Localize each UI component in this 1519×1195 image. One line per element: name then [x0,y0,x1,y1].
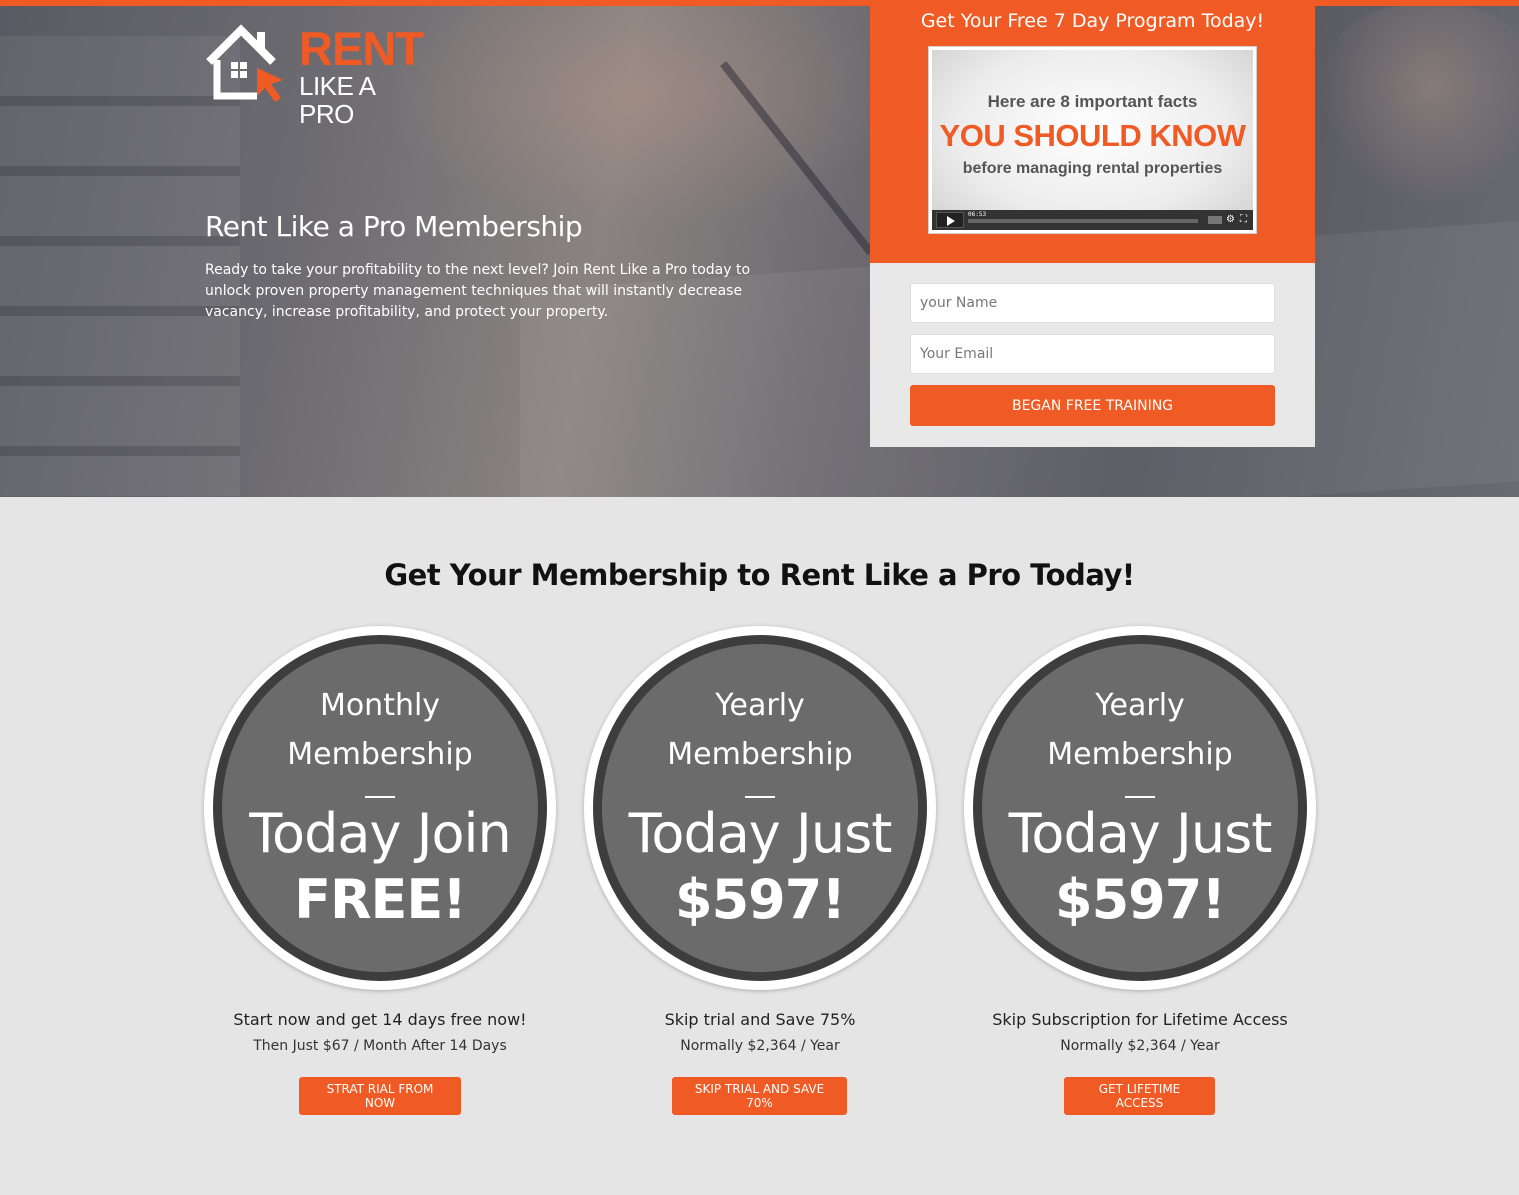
plan-price-line2: $597! [1055,868,1226,931]
plan-subtitle: Skip trial and Save 75% [664,1010,856,1029]
video-text-line2: YOU SHOULD KNOW [939,118,1246,153]
play-icon[interactable] [936,212,964,228]
settings-gear-icon[interactable]: ⚙ [1226,214,1235,226]
video-progress-track[interactable] [968,219,1198,223]
skip-trial-button[interactable]: SKIP TRIAL AND SAVE 70% [672,1077,847,1115]
signup-title: Get Your Free 7 Day Program Today! [920,10,1265,32]
plan-price-line1: Today Just [628,802,893,865]
plan-subtitle: Start now and get 14 days free now! [233,1010,527,1029]
video-player[interactable]: Here are 8 important facts YOU SHOULD KN… [929,47,1256,233]
hero-description: Ready to take your profitability to the … [205,262,751,320]
get-lifetime-access-button[interactable]: GET LIFETIME ACCESS [1064,1077,1215,1115]
plan-price-line2: $597! [675,868,846,931]
video-text-line1: Here are 8 important facts [987,92,1198,111]
plan-divider [1125,796,1155,798]
plan-label-line2: Membership [1047,737,1233,772]
video-control-bar: 06:53 ⚙ ⛶ [932,210,1253,230]
volume-icon[interactable] [1208,216,1222,224]
signup-panel-header: Get Your Free 7 Day Program Today! Here … [870,6,1315,263]
plan-divider [365,796,395,798]
site-logo[interactable]: RENT LIKE A PRO [205,22,425,128]
email-input[interactable] [910,334,1275,374]
plan-note: Normally $2,364 / Year [680,1038,840,1054]
fullscreen-icon[interactable]: ⛶ [1240,214,1247,226]
hero-background-house [0,36,240,496]
logo-word-like-a-pro: LIKE A PRO [299,71,375,129]
video-duration: 06:53 [968,211,987,218]
plan-label-line2: Membership [667,737,853,772]
plan-subtitle: Skip Subscription for Lifetime Access [992,1010,1288,1029]
start-trial-button[interactable]: STRAT RIAL FROM NOW [299,1077,461,1115]
video-text-line3: before managing rental properties [962,160,1223,177]
plan-note: Then Just $67 / Month After 14 Days [253,1038,507,1054]
pricing-title: Get Your Membership to Rent Like a Pro T… [384,558,1135,592]
begin-free-training-button[interactable]: BEGAN FREE TRAINING [910,385,1275,426]
hero-background-hand-right [1320,6,1519,206]
name-input[interactable] [910,283,1275,323]
plan-price-line2: FREE! [294,868,467,931]
plan-price-line1: Today Join [249,802,512,865]
plan-label-line1: Yearly [715,688,805,723]
logo-word-rent: RENT [299,22,424,75]
hero-title: Rent Like a Pro Membership [205,210,583,243]
house-cursor-icon [206,24,283,102]
plan-divider [745,796,775,798]
plan-label-line1: Monthly [319,688,441,723]
signup-form: BEGAN FREE TRAINING [870,263,1315,447]
plan-note: Normally $2,364 / Year [1060,1038,1220,1054]
plan-label-line2: Membership [287,737,473,772]
plan-price-line1: Today Just [1008,802,1273,865]
plan-label-line1: Yearly [1095,688,1185,723]
